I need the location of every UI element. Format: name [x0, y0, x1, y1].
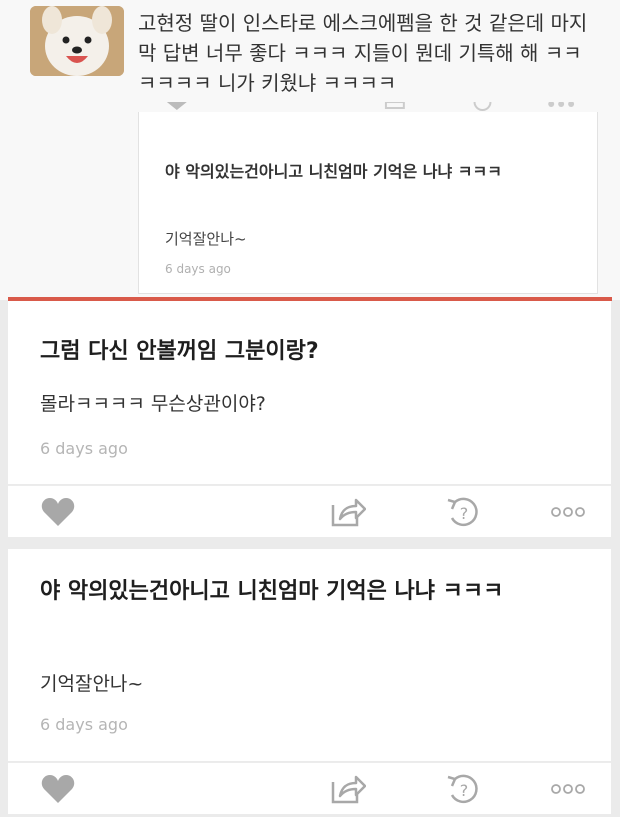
svg-text:?: ? [460, 504, 469, 523]
post-actions: ? [8, 762, 611, 814]
faded-action-icons [166, 102, 575, 111]
question-button[interactable]: ? [444, 773, 484, 805]
post-title: 그럼 다신 안볼꺼임 그분이랑? [40, 339, 319, 364]
heart-icon [41, 775, 75, 803]
post-body: 기억잘안나~ [40, 673, 144, 695]
share-icon [331, 498, 366, 527]
quoted-post-title: 야 악의있는건아니고 니친엄마 기억은 나냐 ㅋㅋㅋ [165, 162, 502, 181]
more-icon [551, 507, 585, 517]
post-card: 야 악의있는건아니고 니친엄마 기억은 나냐 ㅋㅋㅋ 기억잘안나~ 6 days… [8, 549, 611, 761]
share-button[interactable] [328, 496, 368, 528]
heart-icon [41, 498, 75, 526]
post-timestamp: 6 days ago [40, 439, 128, 458]
share-button[interactable] [328, 773, 368, 805]
post-title: 야 악의있는건아니고 니친엄마 기억은 나냐 ㅋㅋㅋ [40, 579, 504, 604]
question-icon: ? [447, 497, 478, 527]
like-button[interactable] [38, 773, 78, 805]
post-actions: ? [8, 485, 611, 537]
post-timestamp: 6 days ago [40, 715, 128, 734]
more-button[interactable] [548, 496, 588, 528]
avatar[interactable] [30, 6, 124, 76]
comment-text: 고현정 딸이 인스타로 에스크에펨을 한 것 같은데 마지막 답변 너무 좋다 … [138, 11, 588, 95]
like-button[interactable] [38, 496, 78, 528]
quoted-post-card[interactable]: 야 악의있는건아니고 니친엄마 기억은 나냐 ㅋㅋㅋ 기억잘안나~ 6 days… [138, 102, 598, 294]
top-comment: 고현정 딸이 인스타로 에스크에펨을 한 것 같은데 마지막 답변 너무 좋다 … [0, 0, 620, 300]
share-icon [331, 775, 366, 804]
question-button[interactable]: ? [444, 496, 484, 528]
question-icon: ? [447, 774, 478, 804]
post-body: 몰라ㅋㅋㅋㅋ 무슨상관이야? [40, 393, 266, 415]
quoted-post-body: 기억잘안나~ [165, 230, 247, 248]
quoted-post-timestamp: 6 days ago [165, 262, 231, 276]
more-button[interactable] [548, 773, 588, 805]
more-icon [551, 784, 585, 794]
post-card: 그럼 다신 안볼꺼임 그분이랑? 몰라ㅋㅋㅋㅋ 무슨상관이야? 6 days a… [8, 301, 611, 484]
svg-text:?: ? [460, 781, 469, 800]
